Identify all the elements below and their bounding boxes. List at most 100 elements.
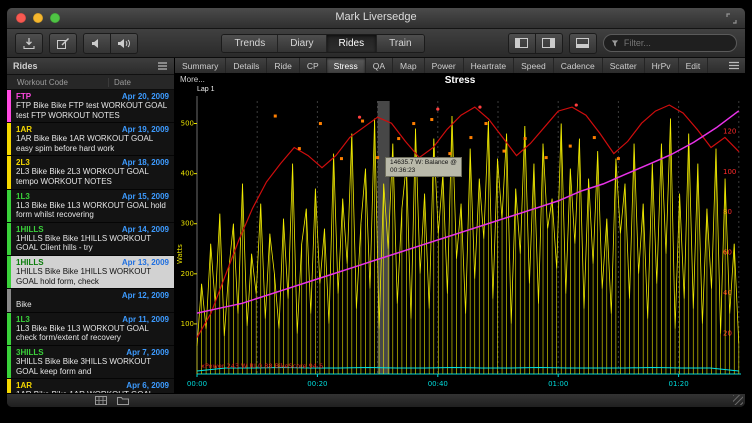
ride-color-bar — [7, 223, 11, 255]
svg-text:100: 100 — [723, 168, 736, 176]
chart-tab-power[interactable]: Power — [425, 58, 464, 73]
ride-list-item[interactable]: Apr 12, 2009Bike — [7, 289, 174, 313]
titlebar: Mark Liversedge — [7, 8, 745, 29]
panel-right-icon — [542, 38, 555, 48]
app-window: Mark Liversedge — [7, 8, 745, 407]
chart-tab-edit[interactable]: Edit — [679, 58, 709, 73]
chart-title: Stress — [175, 75, 745, 86]
ride-code: 1L3 — [16, 192, 30, 201]
chart-tab-qa[interactable]: QA — [366, 58, 393, 73]
svg-text:Watts: Watts — [176, 244, 184, 264]
panel-left-icon — [515, 38, 528, 48]
sidebar-menu-icon[interactable] — [157, 62, 168, 70]
volume-button[interactable] — [111, 33, 138, 54]
toggle-right-panel-button[interactable] — [536, 33, 563, 54]
toolbar: TrendsDiaryRidesTrain — [7, 29, 745, 58]
detail-pane-icon — [576, 38, 589, 48]
speaker-volume-icon — [117, 38, 131, 49]
view-tab-diary[interactable]: Diary — [277, 35, 325, 52]
chart-tab-stress[interactable]: Stress — [327, 58, 366, 73]
view-tab-rides[interactable]: Rides — [326, 35, 377, 52]
stress-chart-area: More... Stress Lap 1 100200300400500Watt… — [175, 74, 745, 393]
svg-text:100: 100 — [181, 320, 194, 328]
grid-view-icon[interactable] — [95, 396, 107, 405]
chart-tab-ride[interactable]: Ride — [267, 58, 299, 73]
window-title: Mark Liversedge — [7, 11, 745, 23]
ride-color-bar — [7, 123, 11, 155]
chart-tab-summary[interactable]: Summary — [175, 58, 226, 73]
ride-list-item[interactable]: 1L3Apr 15, 20091L3 Bike Bike 1L3 WORKOUT… — [7, 190, 174, 223]
filter-input[interactable] — [622, 37, 729, 49]
chart-menu-icon[interactable] — [728, 61, 740, 70]
filter-field — [603, 34, 737, 52]
ride-list-item[interactable]: 1HILLSApr 14, 20091HILLS Bike Bike 1HILL… — [7, 223, 174, 256]
chart-tab-cadence[interactable]: Cadence — [554, 58, 603, 73]
svg-text:01:00: 01:00 — [548, 380, 568, 388]
view-switcher: TrendsDiaryRidesTrain — [221, 34, 424, 53]
ride-description: 1HILLS Bike Bike 1HILLS WORKOUT GOAL hol… — [16, 267, 169, 286]
ride-code: 1HILLS — [16, 258, 44, 267]
ride-code: 3HILLS — [16, 348, 44, 357]
ride-code: 2L3 — [16, 158, 30, 167]
chart-tab-speed[interactable]: Speed — [514, 58, 554, 73]
column-date[interactable]: Date — [109, 78, 174, 87]
ride-list-item[interactable]: 2L3Apr 18, 20092L3 Bike Bike 2L3 WORKOUT… — [7, 156, 174, 189]
chart-tab-hrpv[interactable]: HrPv — [645, 58, 679, 73]
chart-tabbar: SummaryDetailsRideCPStressQAMapPowerHear… — [175, 58, 745, 74]
ride-description: 1L3 Bike Bike 1L3 WORKOUT GOAL check for… — [16, 324, 169, 343]
download-button[interactable] — [15, 33, 43, 54]
ride-code: 1L3 — [16, 315, 30, 324]
filter-icon — [611, 39, 619, 48]
ride-color-bar — [7, 346, 11, 378]
ride-list-item[interactable]: 1L3Apr 11, 20091L3 Bike Bike 1L3 WORKOUT… — [7, 313, 174, 346]
ride-description: 1HILLS Bike Bike 1HILLS WORKOUT GOAL Cli… — [16, 234, 169, 253]
svg-text:400: 400 — [181, 170, 194, 178]
chart-tooltip: 14635.7 W: Balance @ 00:36:23 — [385, 157, 462, 177]
chart-tab-cp[interactable]: CP — [300, 58, 327, 73]
chart-tab-scatter[interactable]: Scatter — [603, 58, 645, 73]
ride-date: Apr 7, 2009 — [126, 348, 169, 357]
ride-list-item[interactable]: FTPApr 20, 2009FTP Bike Bike FTP test WO… — [7, 90, 174, 123]
tooltip-value: 14635.7 W: Balance @ — [390, 159, 457, 167]
lap-label: Lap 1 — [197, 86, 215, 93]
svg-text:00:20: 00:20 — [307, 380, 327, 388]
compose-icon — [56, 37, 70, 50]
stress-plot[interactable]: 100200300400500Watts2040608010012000:000… — [175, 74, 745, 399]
sidebar-header: Rides — [7, 58, 174, 75]
view-tab-trends[interactable]: Trends — [222, 35, 277, 52]
more-menu[interactable]: More... — [180, 75, 205, 84]
ride-color-bar — [7, 313, 11, 345]
chart-tab-heartrate[interactable]: Heartrate — [464, 58, 514, 73]
mute-button[interactable] — [83, 33, 111, 54]
toggle-left-panel-button[interactable] — [508, 33, 536, 54]
compose-button[interactable] — [49, 33, 77, 54]
ride-list-item[interactable]: 1ARApr 6, 20091AR Bike Bike 1AR WORKOUT … — [7, 379, 174, 393]
sidebar-title: Rides — [13, 61, 38, 71]
ride-list-item[interactable]: 1HILLS Apr 13, 20091HILLS Bike Bike 1HILL… — [7, 256, 174, 289]
column-workout-code[interactable]: Workout Code — [7, 78, 109, 87]
folder-icon[interactable] — [117, 396, 129, 405]
svg-text:01:20: 01:20 — [669, 380, 689, 388]
ride-list-item[interactable]: 3HILLS Apr 7, 20093HILLS Bike Bike 3HILLS… — [7, 346, 174, 379]
fullscreen-icon[interactable] — [726, 13, 737, 24]
ride-color-bar — [7, 256, 11, 288]
chart-tab-details[interactable]: Details — [226, 58, 267, 73]
ride-description: FTP Bike Bike FTP test WORKOUT GOAL test… — [16, 101, 169, 120]
ride-code: 1AR — [16, 381, 32, 390]
ride-date: Apr 15, 2009 — [122, 192, 169, 201]
speaker-mute-icon — [91, 38, 103, 49]
ride-code: 1AR — [16, 125, 32, 134]
ride-description: 3HILLS Bike Bike 3HILLS WORKOUT GOAL kee… — [16, 357, 169, 376]
toggle-detail-pane-button[interactable] — [569, 33, 597, 54]
view-tab-train[interactable]: Train — [376, 35, 423, 52]
ride-date: Apr 12, 2009 — [122, 291, 169, 300]
ride-date: Apr 13, 2009 — [122, 258, 169, 267]
ride-list-item[interactable]: 1ARApr 19, 20091AR Bike Bike 1AR WORKOUT… — [7, 123, 174, 156]
ride-code: FTP — [16, 92, 31, 101]
ride-date: Apr 19, 2009 — [122, 125, 169, 134]
resize-grip[interactable] — [733, 395, 743, 405]
svg-text:500: 500 — [181, 120, 194, 128]
svg-text:300: 300 — [181, 220, 194, 228]
chart-tab-map[interactable]: Map — [393, 58, 425, 73]
ride-description: 2L3 Bike Bike 2L3 WORKOUT GOAL tempo WOR… — [16, 167, 169, 186]
